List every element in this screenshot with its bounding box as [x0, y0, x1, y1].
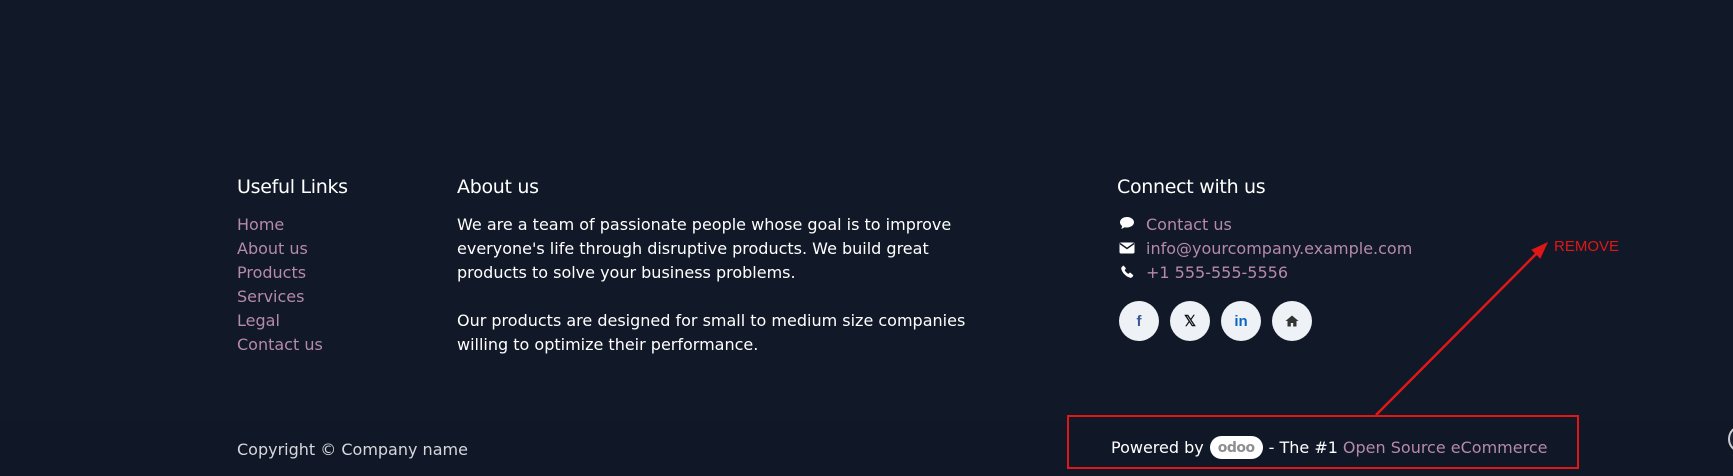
link-contact-us[interactable]: Contact us: [237, 333, 348, 357]
link-about-us[interactable]: About us: [237, 237, 348, 261]
connect-column: Connect with us Contact us info@yourcomp…: [1117, 176, 1412, 341]
useful-links-list: Home About us Products Services Legal Co…: [237, 213, 348, 357]
phone-link[interactable]: +1 555-555-5556: [1146, 261, 1288, 285]
footer-main: Useful Links Home About us Products Serv…: [0, 0, 1733, 422]
useful-links-heading: Useful Links: [237, 176, 348, 198]
comment-icon: [1117, 213, 1137, 237]
facebook-icon[interactable]: f: [1119, 301, 1159, 341]
linkedin-icon[interactable]: in: [1221, 301, 1261, 341]
link-legal[interactable]: Legal: [237, 309, 348, 333]
link-services[interactable]: Services: [237, 285, 348, 309]
envelope-icon: [1117, 237, 1137, 261]
contact-us-link[interactable]: Contact us: [1146, 213, 1232, 237]
remove-annotation-box: [1067, 415, 1579, 469]
email-item: info@yourcompany.example.com: [1117, 237, 1412, 261]
contact-list: Contact us info@yourcompany.example.com …: [1117, 213, 1412, 285]
website-footer-page: Useful Links Home About us Products Serv…: [0, 0, 1733, 476]
about-column: About us We are a team of passionate peo…: [457, 176, 997, 357]
connect-heading: Connect with us: [1117, 176, 1266, 198]
about-paragraph-1: We are a team of passionate people whose…: [457, 215, 952, 282]
email-link[interactable]: info@yourcompany.example.com: [1146, 237, 1412, 261]
phone-icon: [1117, 261, 1137, 285]
link-products[interactable]: Products: [237, 261, 348, 285]
home-icon[interactable]: [1272, 301, 1312, 341]
x-twitter-icon[interactable]: 𝕏: [1170, 301, 1210, 341]
phone-item: +1 555-555-5556: [1117, 261, 1412, 285]
contact-item: Contact us: [1117, 213, 1412, 237]
link-home[interactable]: Home: [237, 213, 348, 237]
about-paragraph-2: Our products are designed for small to m…: [457, 311, 966, 354]
remove-annotation-label: REMOVE: [1554, 238, 1620, 255]
copyright-text: Copyright © Company name: [237, 440, 468, 459]
useful-links-column: Useful Links Home About us Products Serv…: [237, 176, 348, 357]
social-links: f 𝕏 in: [1119, 301, 1412, 341]
about-heading: About us: [457, 176, 539, 198]
